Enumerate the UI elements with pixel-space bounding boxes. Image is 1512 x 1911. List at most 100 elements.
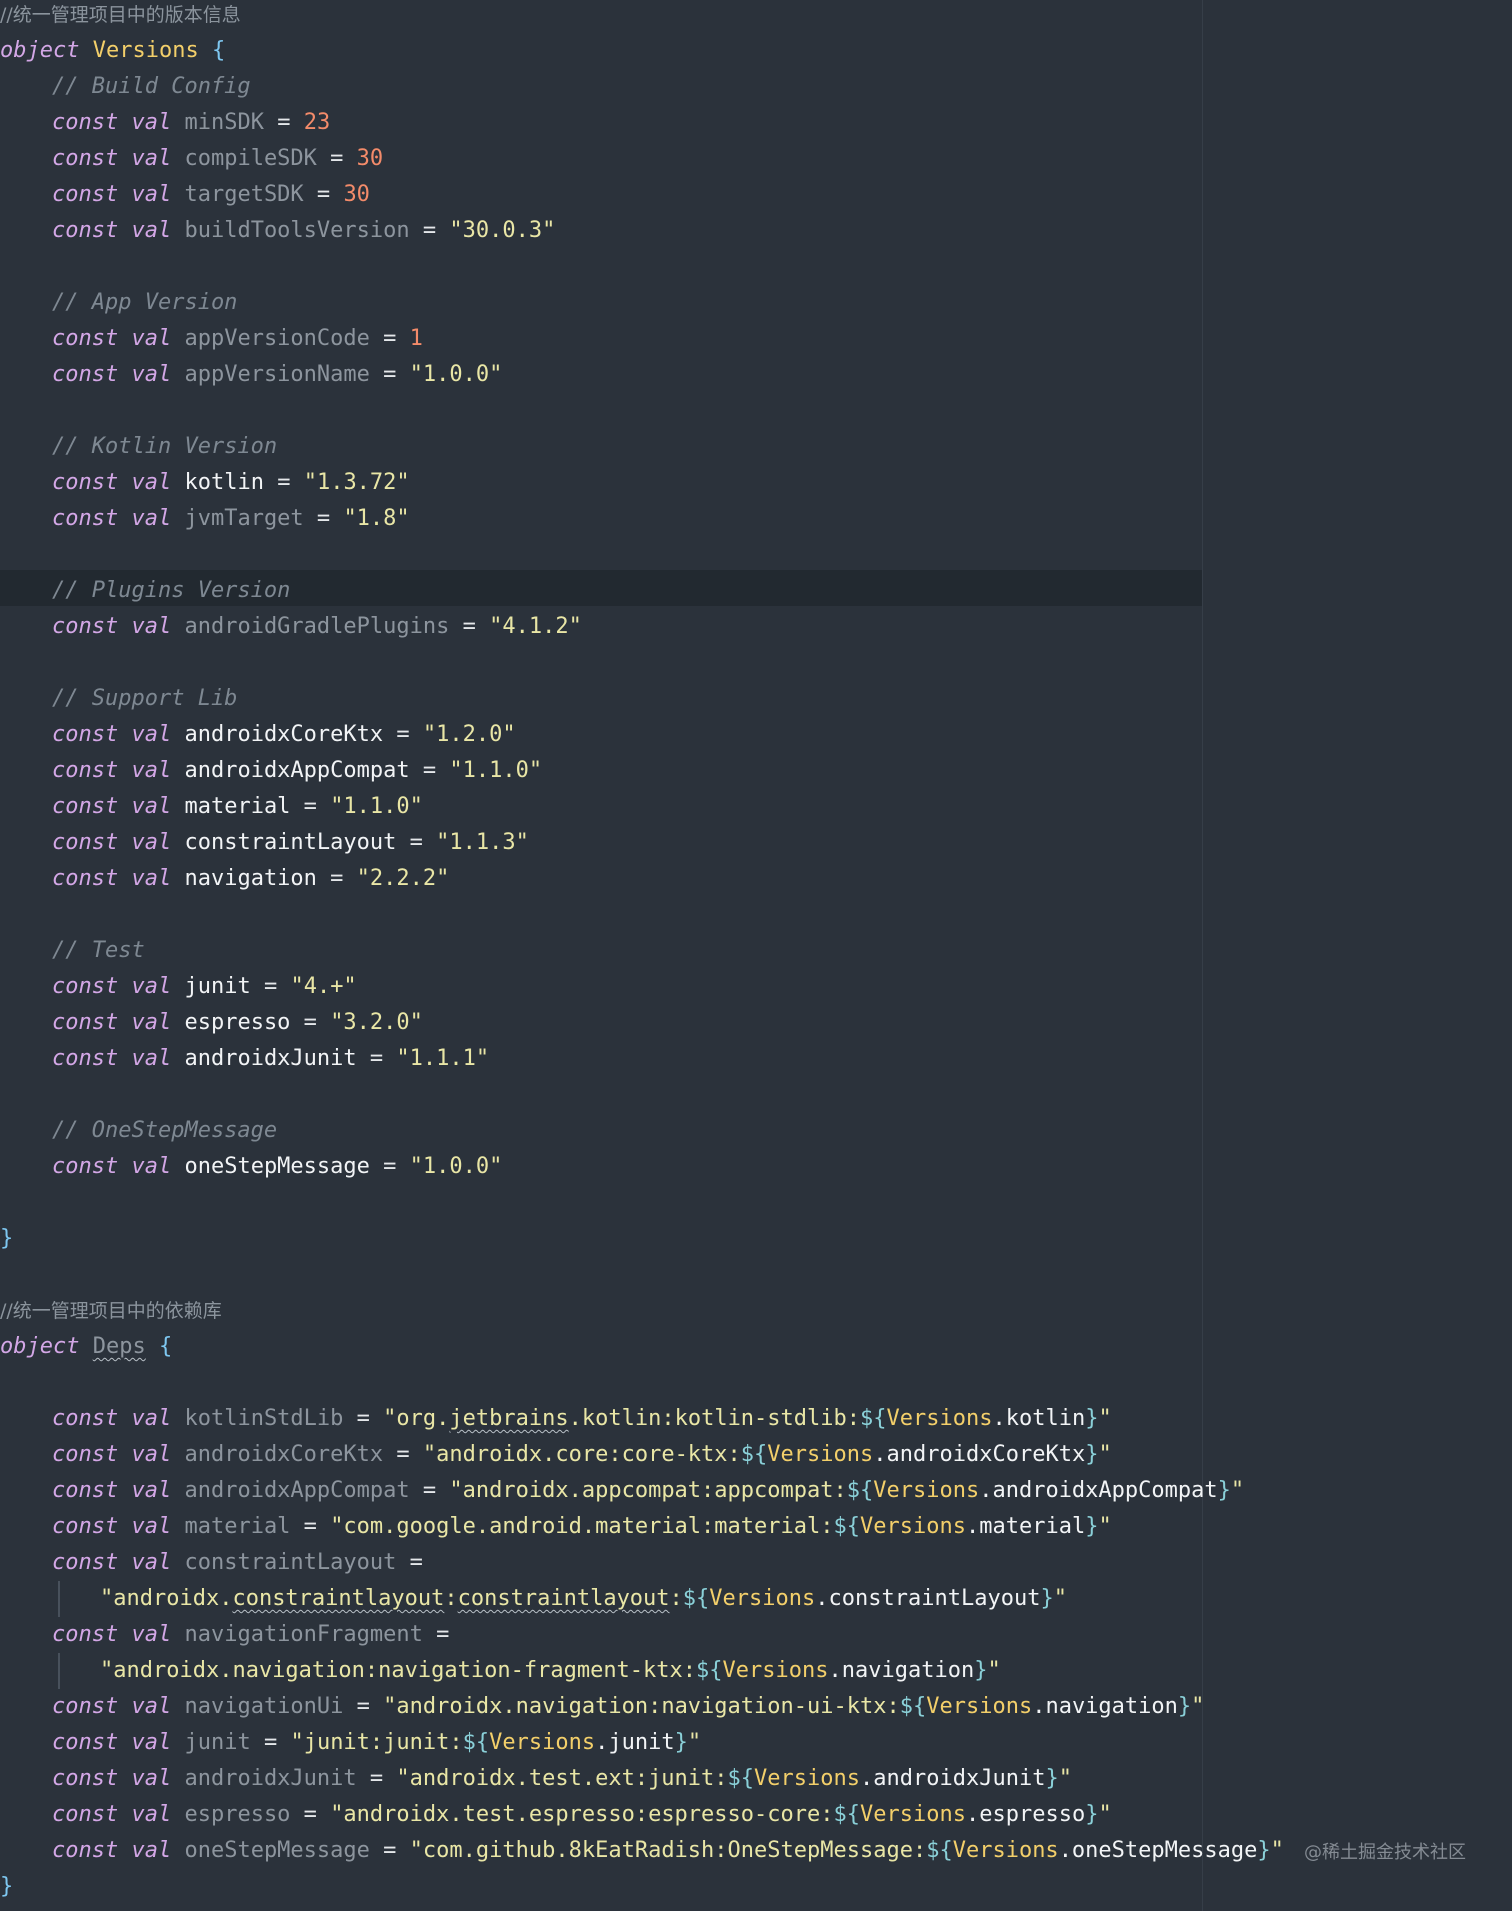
code-token: "androidx.navigation:navigation-fragment…: [100, 1658, 697, 1683]
code-token: "4.1.2": [489, 614, 582, 639]
code-line[interactable]: // Kotlin Version: [0, 429, 277, 465]
code-line[interactable]: const val jvmTarget = "1.8": [0, 501, 410, 537]
code-token: jvmTarget: [184, 506, 304, 531]
code-token: .navigation: [1032, 1694, 1178, 1719]
code-token: }: [1040, 1586, 1054, 1611]
code-line[interactable]: const val targetSDK = 30: [0, 177, 370, 213]
code-token: navigationUi: [184, 1694, 344, 1719]
code-token: const val: [52, 1010, 172, 1035]
code-token: "1.8": [343, 506, 410, 531]
code-token: const val: [52, 722, 172, 747]
code-token: const val: [52, 1838, 172, 1863]
code-token: Versions: [860, 1514, 966, 1539]
code-line[interactable]: // Test: [0, 933, 145, 969]
code-line[interactable]: "androidx.navigation:navigation-fragment…: [0, 1653, 1001, 1689]
code-line[interactable]: const val navigationFragment =: [0, 1617, 449, 1653]
code-token: Versions: [952, 1838, 1059, 1863]
code-line[interactable]: const val androidxAppCompat = "1.1.0": [0, 753, 542, 789]
code-token: =: [290, 1514, 331, 1539]
code-line[interactable]: const val androidxJunit = "1.1.1": [0, 1041, 489, 1077]
code-editor[interactable]: //统一管理项目中的版本信息 object Versions { // Build …: [0, 0, 1512, 1911]
code-line[interactable]: const val material = "com.google.android…: [0, 1509, 1112, 1545]
code-token: material: [184, 794, 291, 819]
code-token: .constraintLayout: [815, 1586, 1041, 1611]
code-token: .material: [965, 1514, 1086, 1539]
code-line[interactable]: const val androidxCoreKtx = "1.2.0": [0, 717, 516, 753]
code-line[interactable]: }: [0, 1869, 13, 1905]
code-line[interactable]: // Support Lib: [0, 681, 237, 717]
code-line[interactable]: //统一管理项目中的版本信息: [0, 0, 241, 33]
code-line[interactable]: const val androidxJunit = "androidx.test…: [0, 1761, 1072, 1797]
code-line[interactable]: const val constraintLayout = "1.1.3": [0, 825, 529, 861]
code-token: // Build Config: [52, 74, 251, 99]
code-token: const val: [52, 866, 172, 891]
code-token: ": [1191, 1694, 1205, 1719]
code-line[interactable]: const val compileSDK = 30: [0, 141, 383, 177]
code-token: const val: [52, 1766, 172, 1791]
code-token: }: [0, 1226, 14, 1251]
code-line[interactable]: const val espresso = "3.2.0": [0, 1005, 423, 1041]
code-token: Deps: [92, 1334, 146, 1359]
code-line[interactable]: const val androidxCoreKtx = "androidx.co…: [0, 1437, 1112, 1473]
code-line[interactable]: const val appVersionCode = 1: [0, 321, 423, 357]
code-line[interactable]: const val appVersionName = "1.0.0": [0, 357, 502, 393]
code-line[interactable]: const val oneStepMessage = "1.0.0": [0, 1149, 502, 1185]
code-token: }: [1217, 1478, 1231, 1503]
code-token: const val: [52, 326, 172, 351]
code-line[interactable]: const val androidGradlePlugins = "4.1.2": [0, 609, 582, 645]
code-token: const val: [52, 110, 172, 135]
code-line[interactable]: const val oneStepMessage = "com.github.8…: [0, 1833, 1284, 1869]
code-token: "1.3.72": [303, 470, 410, 495]
code-token: oneStepMessage: [184, 1838, 370, 1863]
code-token: ": [1058, 1766, 1072, 1791]
code-line[interactable]: const val navigationUi = "androidx.navig…: [0, 1689, 1204, 1725]
code-line[interactable]: // Plugins Version: [0, 573, 290, 609]
code-line[interactable]: const val minSDK = 23: [0, 105, 330, 141]
code-token: {: [211, 38, 226, 63]
code-token: =: [369, 362, 410, 387]
code-token: const val: [52, 1046, 172, 1071]
code-token: =: [316, 866, 357, 891]
code-line[interactable]: "androidx.constraintlayout:constraintlay…: [0, 1581, 1067, 1617]
code-token: 30: [356, 146, 384, 171]
code-token: constraintlayout: [457, 1586, 670, 1611]
code-line[interactable]: object Versions {: [0, 33, 225, 69]
code-line[interactable]: // Build Config: [0, 69, 251, 105]
code-line[interactable]: }: [0, 1221, 13, 1257]
code-line[interactable]: const val kotlinStdLib = "org.jetbrains.…: [0, 1401, 1112, 1437]
indent-guide: [58, 1581, 60, 1617]
code-token: =: [369, 1154, 410, 1179]
code-line[interactable]: object Deps {: [0, 1329, 172, 1365]
code-token: constraintlayout: [232, 1586, 445, 1611]
code-line[interactable]: // OneStepMessage: [0, 1113, 277, 1149]
code-line[interactable]: //统一管理项目中的依赖库: [0, 1293, 222, 1329]
code-line[interactable]: const val androidxAppCompat = "androidx.…: [0, 1473, 1244, 1509]
code-line[interactable]: // App Version: [0, 285, 237, 321]
code-line[interactable]: const val junit = "4.+": [0, 969, 357, 1005]
code-token: "1.1.1": [396, 1046, 490, 1071]
code-token: ": [1230, 1478, 1245, 1503]
code-token: =: [356, 1766, 397, 1791]
code-line[interactable]: const val junit = "junit:junit:${Version…: [0, 1725, 701, 1761]
code-line[interactable]: const val navigation = "2.2.2": [0, 861, 449, 897]
code-token: androidxJunit: [184, 1046, 357, 1071]
code-line[interactable]: const val constraintLayout =: [0, 1545, 423, 1581]
code-line[interactable]: const val espresso = "androidx.test.espr…: [0, 1797, 1112, 1833]
code-line[interactable]: const val kotlin = "1.3.72": [0, 465, 410, 501]
code-line[interactable]: const val material = "1.1.0": [0, 789, 423, 825]
code-token: buildToolsVersion: [184, 218, 410, 243]
code-token: .androidxJunit: [860, 1766, 1046, 1791]
code-line[interactable]: const val buildToolsVersion = "30.0.3": [0, 213, 555, 249]
code-token: const val: [52, 794, 172, 819]
code-token: =: [263, 110, 304, 135]
code-token: =: [369, 326, 410, 351]
code-token: =: [356, 1046, 397, 1071]
